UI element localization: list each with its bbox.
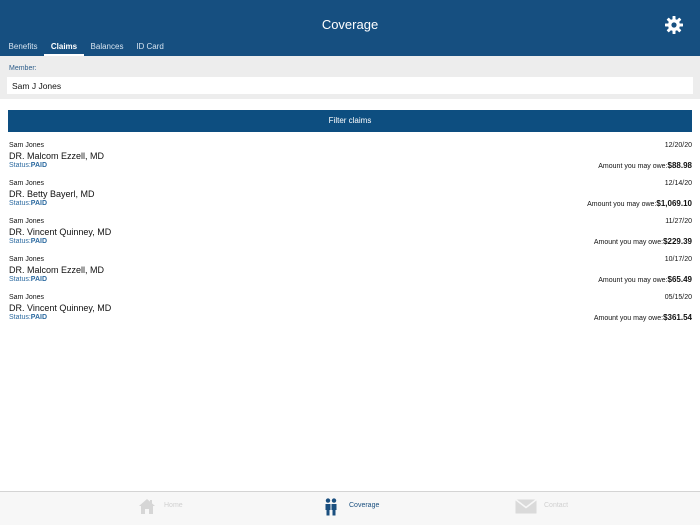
owe-label: Amount you may owe: <box>593 239 664 246</box>
owe-amount: $229.39 <box>663 237 692 246</box>
claim-date: 11/27/20 <box>665 218 692 225</box>
status-value: PAID <box>30 162 48 169</box>
bottom-tab-home-label: Home <box>164 502 183 509</box>
claim-status: Status:PAID <box>9 314 47 321</box>
owe-label: Amount you may owe: <box>598 277 668 284</box>
status-value: PAID <box>30 314 48 321</box>
bottom-tab-coverage-label: Coverage <box>349 502 380 509</box>
tab-claims[interactable]: Claims <box>44 39 84 56</box>
member-input[interactable] <box>7 77 693 94</box>
claim-doctor: DR. Malcom Ezzell, MD <box>9 151 105 161</box>
owe-amount: $1,069.10 <box>656 199 692 208</box>
claim-date: 12/20/20 <box>664 142 692 149</box>
claim-owe: Amount you may owe:$1,069.10 <box>587 199 692 208</box>
claim-row[interactable]: Sam Jones DR. Vincent Quinney, MD Status… <box>0 292 700 330</box>
claim-status: Status:PAID <box>9 162 47 169</box>
claim-doctor: DR. Betty Bayerl, MD <box>9 189 95 199</box>
app-header: Coverage Benefits Claims Balances ID Car… <box>0 0 700 56</box>
bottom-tab-bar: Home Coverage Contact <box>0 491 700 525</box>
status-label: Status: <box>9 238 31 245</box>
claim-date: 10/17/20 <box>664 256 692 263</box>
status-value: PAID <box>30 200 48 207</box>
bottom-tab-home[interactable]: Home <box>135 492 195 525</box>
home-icon <box>138 498 156 520</box>
owe-amount: $65.49 <box>667 275 692 284</box>
owe-label: Amount you may owe: <box>587 201 657 208</box>
owe-amount: $88.98 <box>667 161 692 170</box>
tab-balances[interactable]: Balances <box>86 39 128 56</box>
status-label: Status: <box>9 162 31 169</box>
claim-member: Sam Jones <box>9 142 45 149</box>
member-label: Member: <box>9 65 37 72</box>
claims-list: Sam Jones DR. Malcom Ezzell, MD Status:P… <box>0 140 700 330</box>
bottom-tab-contact[interactable]: Contact <box>513 492 575 525</box>
tab-bar: Benefits Claims Balances ID Card <box>0 39 700 56</box>
owe-label: Amount you may owe: <box>593 315 664 322</box>
mail-icon <box>515 498 537 519</box>
claim-row[interactable]: Sam Jones DR. Betty Bayerl, MD Status:PA… <box>0 178 700 216</box>
claim-date: 05/15/20 <box>664 294 692 301</box>
claim-row[interactable]: Sam Jones DR. Vincent Quinney, MD Status… <box>0 216 700 254</box>
bottom-tab-coverage[interactable]: Coverage <box>323 492 385 525</box>
status-label: Status: <box>9 276 31 283</box>
claim-owe: Amount you may owe:$88.98 <box>598 161 692 170</box>
claim-owe: Amount you may owe:$229.39 <box>594 237 692 246</box>
nav-bar: Coverage <box>0 0 700 39</box>
status-label: Status: <box>9 314 31 321</box>
claim-status: Status:PAID <box>9 200 47 207</box>
claim-status: Status:PAID <box>9 238 47 245</box>
status-label: Status: <box>9 200 31 207</box>
claim-row[interactable]: Sam Jones DR. Malcom Ezzell, MD Status:P… <box>0 254 700 292</box>
claim-status: Status:PAID <box>9 276 47 283</box>
filter-claims-button[interactable]: Filter claims <box>8 110 692 132</box>
status-value: PAID <box>30 276 48 283</box>
claim-member: Sam Jones <box>9 256 45 263</box>
claim-member: Sam Jones <box>9 294 45 301</box>
status-value: PAID <box>30 238 48 245</box>
tab-benefits[interactable]: Benefits <box>2 39 44 56</box>
claim-row[interactable]: Sam Jones DR. Malcom Ezzell, MD Status:P… <box>0 140 700 178</box>
claim-member: Sam Jones <box>9 218 45 225</box>
bottom-tab-contact-label: Contact <box>544 502 569 509</box>
owe-amount: $361.54 <box>663 313 692 322</box>
family-icon <box>324 498 338 521</box>
gear-icon[interactable] <box>664 15 684 35</box>
claim-member: Sam Jones <box>9 180 45 187</box>
claim-doctor: DR. Malcom Ezzell, MD <box>9 265 105 275</box>
claim-owe: Amount you may owe:$361.54 <box>594 313 692 322</box>
claim-owe: Amount you may owe:$65.49 <box>598 275 692 284</box>
claim-date: 12/14/20 <box>664 180 692 187</box>
tab-id-card[interactable]: ID Card <box>130 39 170 56</box>
claim-doctor: DR. Vincent Quinney, MD <box>9 227 112 237</box>
owe-label: Amount you may owe: <box>598 163 668 170</box>
claim-doctor: DR. Vincent Quinney, MD <box>9 303 112 313</box>
